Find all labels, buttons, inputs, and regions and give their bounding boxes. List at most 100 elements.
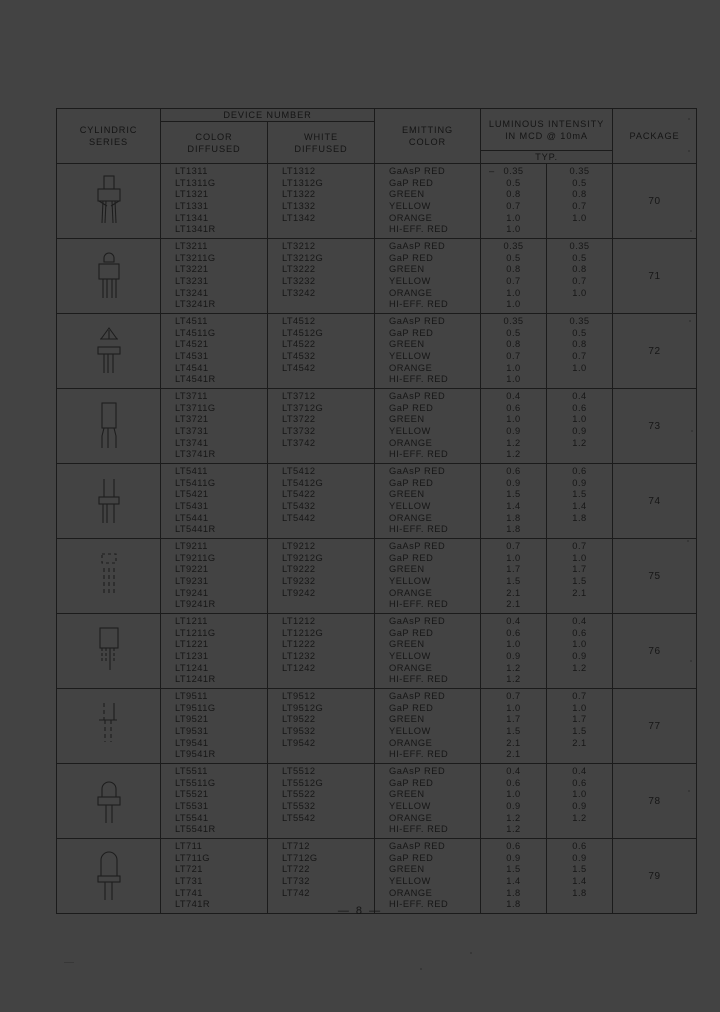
typ-intensity-a-cell: 0.7 1.0 1.7 1.5 2.1 2.1 [480,688,547,764]
cell-line: LT721 [175,864,203,875]
cylindric-series-drawing [56,163,161,239]
emitting-color-cell: GaAsP RED GaP RED GREEN YELLOW ORANGE HI-EFF.… [374,238,481,314]
cell-line: 1.2 [506,812,521,823]
cell-line: 1.0 [506,552,521,563]
cell-line: LT1332 [282,201,316,211]
cell-line: GaP RED [389,327,434,338]
cell-line: 0.9 [506,801,521,811]
cell-line: 1.2 [506,437,521,448]
cell-line: LT1241 [175,662,209,673]
cell-line: LT9241 [175,587,209,598]
cell-line: LT1342 [282,212,316,223]
cell-line: LT1312G [282,177,324,188]
cell-line: 0.4 [572,391,587,402]
cell-line: GREEN [389,189,425,200]
cell-line: 0.8 [506,189,521,200]
cell-line: GREEN [389,789,425,800]
table-row: LT5411 LT5411G LT5421 LT5431 LT5441 LT5441R LT… [56,463,698,539]
typ-intensity-b-cell: 0.4 0.6 1.0 0.9 1.2 [545,613,614,689]
cell-line: 1.7 [572,714,587,725]
led-specification-table: CYLINDRIC SERIES DEVICE NUMBER EMITTING … [56,108,698,914]
emitting-color-cell: GaAsP RED GaP RED GREEN YELLOW ORANGE HI-EFF.… [374,613,481,689]
cell-line: 0.9 [572,852,587,863]
cell-line: GaAsP RED [389,466,446,477]
cell-line: GaAsP RED [389,691,446,702]
cell-line: GaAsP RED [389,316,446,327]
cell-line: GaP RED [389,477,434,488]
cell-line: 1.5 [506,864,521,875]
header-device-number: DEVICE NUMBER [160,108,375,122]
table-header: CYLINDRIC SERIES DEVICE NUMBER EMITTING … [56,108,698,164]
cell-line [282,299,374,311]
scan-speckle [64,962,74,963]
cell-line: 0.7 [572,691,587,702]
cell-line: GREEN [389,489,425,500]
cell-line: LT4511G [175,327,216,338]
cell-line: GREEN [389,864,425,875]
package-number-cell: 71 [612,238,698,314]
table-row: LT1311 LT1311G LT1321 LT1331 LT1341 LT1341R LT… [56,163,698,239]
cell-line [547,524,612,536]
color-diffused-cell: LT4511 LT4511G LT4521 LT4531 LT4541 LT4541R [160,313,268,389]
cell-line: LT9512G [282,702,324,713]
cell-line: 0.7 [506,541,521,552]
cell-line: 0.7 [572,351,587,361]
cell-line [282,224,374,236]
color-diffused-cell: LT711 LT711G LT721 LT731 LT741 LT741R [160,838,268,914]
cell-line: GaP RED [389,552,434,563]
cell-line: HI-EFF. RED [389,599,449,610]
typ-intensity-b-cell: 0.35 0.5 0.8 0.7 1.0 [545,238,614,314]
cell-line: LT3741 [175,437,209,448]
cell-line: LT3212 [282,241,316,252]
cell-line: ORANGE [389,362,433,373]
emitting-color-cell: GaAsP RED GaP RED GREEN YELLOW ORANGE HI-EFF.… [374,763,481,839]
cell-line: LT1211G [175,627,216,638]
cell-line: LT5511G [175,777,216,788]
cell-line: 0.6 [506,466,521,477]
table-row: LT4511 LT4511G LT4521 LT4531 LT4541 LT4541R LT… [56,313,698,389]
cell-line: LT4512 [282,316,316,327]
cell-line [547,749,612,761]
typ-intensity-a-cell: 0.4 0.6 1.0 0.9 1.2 1.2 [480,613,547,689]
cell-line: LT9212 [282,541,316,552]
cell-line: LT732 [282,876,310,886]
emitting-color-cell: GaAsP RED GaP RED GREEN YELLOW ORANGE HI-EFF.… [374,163,481,239]
cell-line: 0.6 [572,841,587,852]
cell-line: 1.2 [506,449,521,460]
cell-line: GREEN [389,639,425,650]
cell-line: LT711G [175,852,210,863]
page-number: — 8 — [337,905,383,917]
emitting-color-cell: GaAsP RED GaP RED GREEN YELLOW ORANGE HI-EFF.… [374,838,481,914]
white-diffused-cell: LT3212 LT3212G LT3222 LT3232 LT3242 [267,238,375,314]
white-diffused-cell: LT712 LT712G LT722 LT732 LT742 [267,838,375,914]
cell-line [547,599,612,611]
cell-line: LT1322 [282,189,316,200]
cell-line: LT1311 [175,166,208,177]
specification-table-wrapper: CYLINDRIC SERIES DEVICE NUMBER EMITTING … [56,108,698,914]
cell-line: 0.8 [506,339,521,350]
cell-line: HI-EFF. RED [389,299,449,310]
cell-line: HI-EFF. RED [389,674,449,685]
emitting-color-cell: GaAsP RED GaP RED GREEN YELLOW ORANGE HI-EFF.… [374,688,481,764]
cell-line: 0.35 [569,166,590,177]
cell-line: 0.8 [506,264,521,275]
cell-line: LT9241R [175,599,216,610]
cell-line: YELLOW [389,726,431,736]
cell-line: LT3731 [175,426,209,436]
cell-line: GaAsP RED [389,541,446,552]
cell-line: LT1341R [175,224,216,235]
color-diffused-cell: LT3211 LT3211G LT3221 LT3231 LT3241 LT3241R [160,238,268,314]
color-diffused-cell: LT1211 LT1211G LT1221 LT1231 LT1241 LT1241R [160,613,268,689]
cell-line: LT3232 [282,276,316,286]
cylindric-series-drawing [56,688,161,764]
cell-line: 0.9 [572,477,587,488]
cell-line: LT1211 [175,616,208,627]
cell-line: YELLOW [389,576,431,586]
cell-line: 1.4 [506,876,521,886]
typ-intensity-a-cell: 0.7 1.0 1.7 1.5 2.1 2.1 [480,538,547,614]
cell-line: GaAsP RED [389,391,446,402]
cell-line: 0.5 [506,252,521,263]
cell-line: GREEN [389,714,425,725]
cell-line: LT3732 [282,426,316,436]
cell-line: 0.7 [572,541,587,552]
